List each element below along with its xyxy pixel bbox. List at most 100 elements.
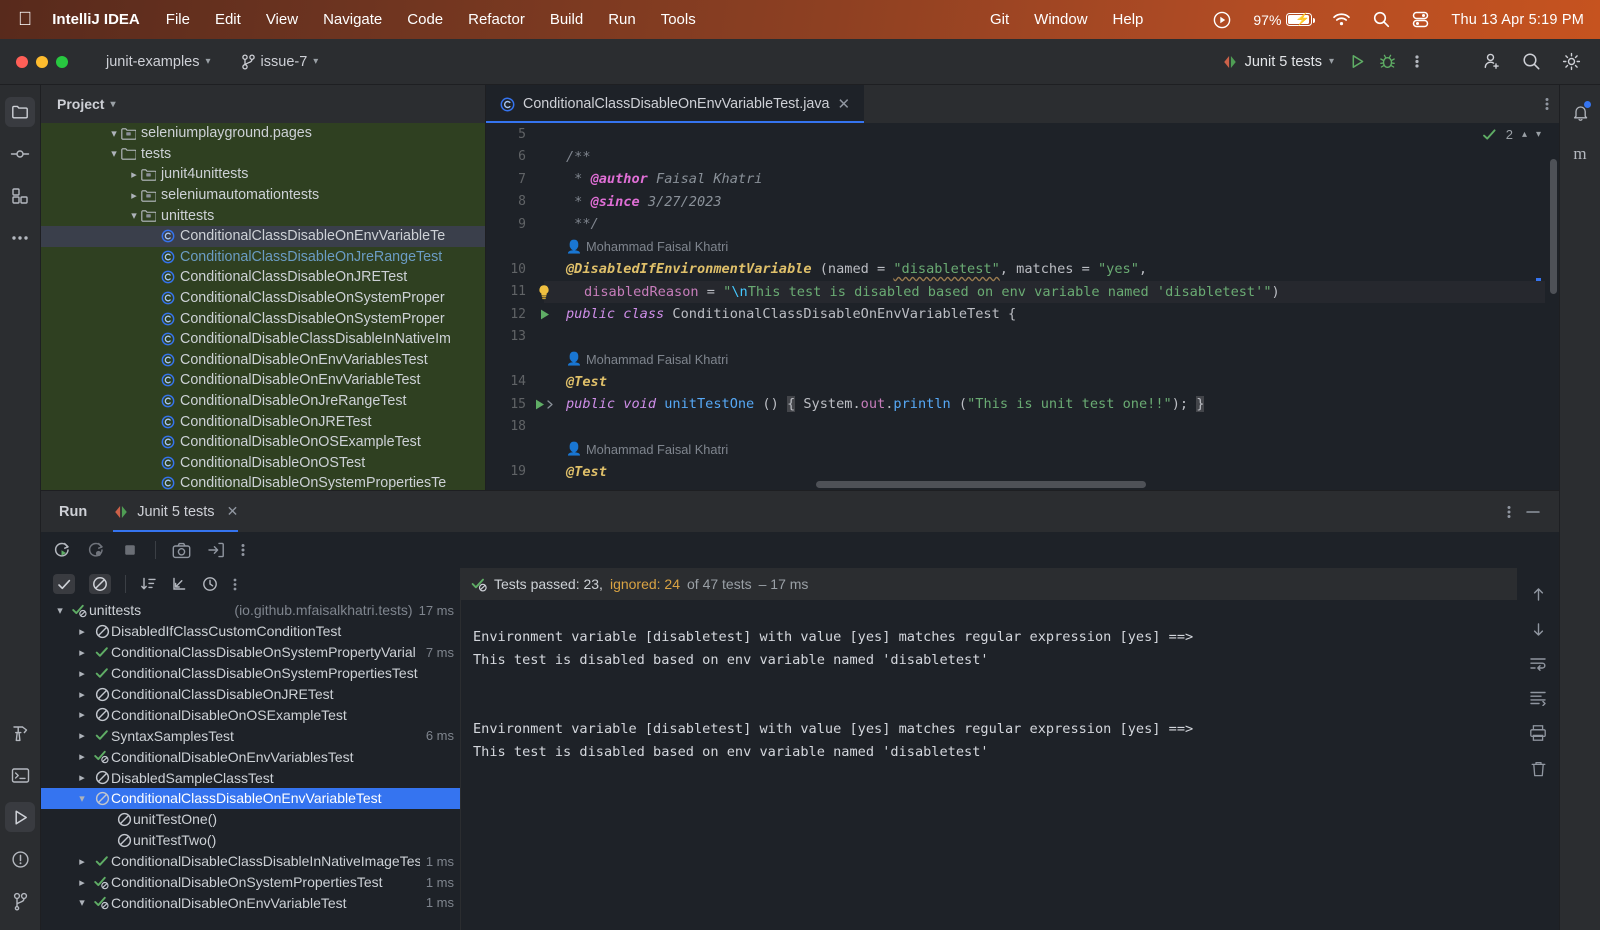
test-console-output[interactable]: Environment variable [disabletest] with …	[461, 600, 1517, 930]
battery-status[interactable]: 97% ⚡	[1253, 12, 1312, 28]
chevron-down-icon[interactable]: ▾	[71, 792, 93, 805]
close-window-button[interactable]	[16, 56, 28, 68]
add-user-icon[interactable]	[1476, 47, 1506, 77]
chevron-right-icon[interactable]: ▸	[71, 646, 93, 659]
scroll-down-icon[interactable]	[1530, 621, 1547, 638]
project-panel-header[interactable]: Project ▾	[41, 85, 485, 123]
print-icon[interactable]	[1529, 724, 1547, 742]
menu-view[interactable]: View	[266, 11, 298, 28]
wifi-icon[interactable]	[1332, 12, 1351, 27]
export-icon[interactable]	[207, 541, 225, 559]
project-tree-row[interactable]: ConditionalClassDisableOnSystemProper	[41, 308, 485, 329]
menu-build[interactable]: Build	[550, 11, 583, 28]
menu-window[interactable]: Window	[1034, 11, 1087, 28]
test-tree-row[interactable]: unitTestTwo()	[41, 830, 460, 851]
run-gutter-icon[interactable]	[526, 398, 562, 411]
test-tree-row[interactable]: ▸ConditionalClassDisableOnSystemProperty…	[41, 642, 460, 663]
chevron-down-icon[interactable]: ▾	[127, 209, 141, 222]
control-center-icon[interactable]	[1412, 11, 1429, 28]
project-tree-row[interactable]: ▾unittests	[41, 205, 485, 226]
soft-wrap-icon[interactable]	[1529, 656, 1547, 672]
chevron-right-icon[interactable]: ▸	[71, 750, 93, 763]
project-tree-row[interactable]: ConditionalClassDisableOnSystemProper	[41, 288, 485, 309]
menu-help[interactable]: Help	[1113, 11, 1144, 28]
debug-button[interactable]	[1372, 47, 1402, 77]
menu-navigate[interactable]: Navigate	[323, 11, 382, 28]
more-run-options-button[interactable]	[1402, 47, 1432, 77]
run-gutter-icon[interactable]	[526, 308, 562, 321]
test-tree-row[interactable]: ▸SyntaxSamplesTest6 ms	[41, 725, 460, 746]
maximize-window-button[interactable]	[56, 56, 68, 68]
test-results-tree[interactable]: ▾unittests (io.github.mfaisalkhatri.test…	[41, 600, 460, 930]
maven-m-icon[interactable]: m	[1565, 139, 1595, 169]
project-tree-row[interactable]: ▾tests	[41, 144, 485, 165]
project-tree-row[interactable]: ConditionalClassDisableOnJRETest	[41, 267, 485, 288]
menu-refactor[interactable]: Refactor	[468, 11, 525, 28]
show-ignored-toggle-icon[interactable]	[89, 574, 111, 594]
close-icon[interactable]: ✕	[837, 95, 850, 113]
chevron-right-icon[interactable]: ▸	[71, 876, 93, 889]
project-selector[interactable]: junit-examples ▾	[98, 50, 219, 74]
menu-edit[interactable]: Edit	[215, 11, 241, 28]
expand-collapse-icon[interactable]	[171, 576, 188, 592]
test-tree-row[interactable]: ▸DisabledIfClassCustomConditionTest	[41, 621, 460, 642]
show-passed-toggle-icon[interactable]	[53, 574, 75, 594]
chevron-down-icon[interactable]: ▾	[71, 896, 93, 909]
test-tree-row[interactable]: ▾ConditionalDisableOnEnvVariableTest1 ms	[41, 892, 460, 913]
sidebar-item-structure[interactable]	[5, 181, 35, 211]
editor-tab-conditionalclassdisableonenvvariabletest[interactable]: ConditionalClassDisableOnEnvVariableTest…	[486, 85, 864, 123]
tab-junit-5-tests[interactable]: Junit 5 tests ✕	[113, 491, 238, 532]
close-icon[interactable]: ✕	[227, 503, 239, 520]
chevron-down-icon[interactable]: ▾	[107, 147, 121, 160]
menu-file[interactable]: File	[166, 11, 190, 28]
sidebar-item-commit[interactable]	[5, 139, 35, 169]
chevron-down-icon[interactable]: ▾	[107, 127, 121, 140]
chevron-right-icon[interactable]: ▸	[71, 625, 93, 638]
minimize-window-button[interactable]	[36, 56, 48, 68]
control-center-play-icon[interactable]	[1213, 11, 1231, 29]
tab-run[interactable]: Run	[59, 491, 87, 532]
chevron-right-icon[interactable]: ▸	[71, 667, 93, 680]
project-tree-row[interactable]: ConditionalDisableOnJreRangeTest	[41, 391, 485, 412]
branch-selector[interactable]: issue-7 ▾	[233, 50, 327, 74]
editor-tab-options-button[interactable]	[1545, 85, 1559, 123]
notifications-bell-icon[interactable]	[1565, 97, 1595, 127]
minimize-icon[interactable]	[1525, 504, 1541, 520]
chevron-right-icon[interactable]: ▸	[71, 708, 93, 721]
clear-all-icon[interactable]	[1530, 760, 1547, 778]
sort-by-duration-icon[interactable]	[202, 576, 219, 592]
test-tree-row[interactable]: ▸DisabledSampleClassTest	[41, 767, 460, 788]
more-vertical-icon[interactable]	[241, 542, 245, 558]
test-tree-row[interactable]: ▸ConditionalDisableClassDisableInNativeI…	[41, 851, 460, 872]
stop-icon[interactable]	[121, 541, 139, 559]
sort-alphabetically-icon[interactable]	[140, 576, 157, 592]
inspection-widget[interactable]: 2 ▴ ▾	[1482, 127, 1541, 142]
sidebar-item-version-control[interactable]	[5, 886, 35, 916]
menu-git[interactable]: Git	[990, 11, 1009, 28]
rerun-icon[interactable]	[53, 541, 71, 559]
screenshot-icon[interactable]	[172, 542, 191, 559]
test-tree-row[interactable]: ▸ConditionalClassDisableOnSystemProperti…	[41, 663, 460, 684]
test-tree-row[interactable]: ▾ConditionalClassDisableOnEnvVariableTes…	[41, 788, 460, 809]
test-tree-row[interactable]: ▸ConditionalDisableOnSystemPropertiesTes…	[41, 872, 460, 893]
more-vertical-icon[interactable]	[1507, 504, 1511, 520]
search-everywhere-icon[interactable]	[1516, 47, 1546, 77]
chevron-right-icon[interactable]: ▸	[127, 189, 141, 202]
test-tree-row[interactable]: ▾unittests (io.github.mfaisalkhatri.test…	[41, 600, 460, 621]
project-tree-row[interactable]: ConditionalClassDisableOnJreRangeTest	[41, 247, 485, 268]
menu-code[interactable]: Code	[407, 11, 443, 28]
project-tree-row[interactable]: ConditionalDisableOnEnvVariablesTest	[41, 350, 485, 371]
project-tree-row[interactable]: ▸seleniumautomationtests	[41, 185, 485, 206]
sidebar-item-problems[interactable]	[5, 844, 35, 874]
menubar-app-title[interactable]: IntelliJ IDEA	[52, 11, 140, 28]
editor-vertical-scrollbar[interactable]	[1550, 159, 1557, 294]
spotlight-search-icon[interactable]	[1373, 11, 1390, 28]
vcs-inline-annotation[interactable]: 👤 Mohammad Faisal Khatri	[486, 236, 1559, 259]
chevron-up-icon[interactable]: ▴	[1522, 129, 1527, 140]
intention-bulb-icon[interactable]	[526, 284, 562, 300]
sidebar-item-project[interactable]	[5, 97, 35, 127]
project-tree-row[interactable]: ConditionalDisableOnJRETest	[41, 411, 485, 432]
sidebar-item-build[interactable]	[5, 718, 35, 748]
chevron-right-icon[interactable]: ▸	[71, 729, 93, 742]
project-tree-row[interactable]: ConditionalDisableOnOSTest	[41, 453, 485, 474]
